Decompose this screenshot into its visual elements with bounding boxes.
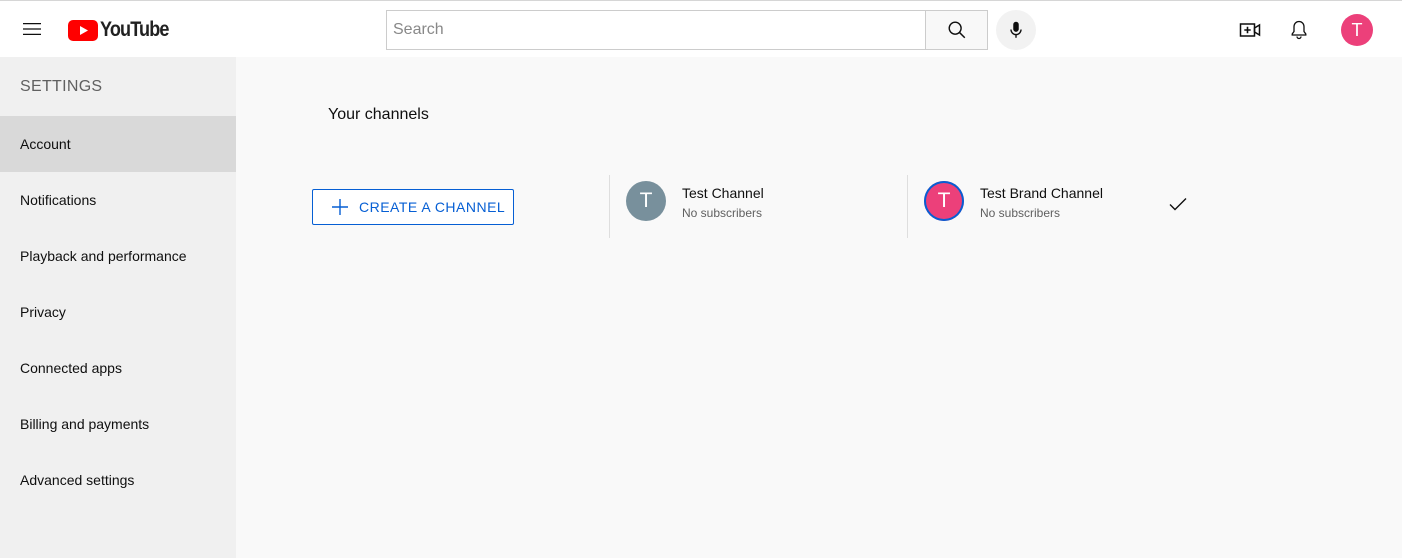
- sidebar-item-privacy[interactable]: Privacy: [0, 284, 236, 340]
- channel-name: Test Brand Channel: [980, 185, 1103, 201]
- menu-button[interactable]: [12, 9, 52, 49]
- search-icon: [948, 21, 965, 39]
- create-video-icon: [1239, 23, 1261, 37]
- plus-icon: [332, 199, 348, 215]
- voice-search-button[interactable]: [996, 10, 1036, 50]
- sidebar-item-billing[interactable]: Billing and payments: [0, 396, 236, 452]
- logo-text: YouTube: [100, 18, 169, 41]
- divider: [907, 175, 908, 238]
- menu-icon: [23, 23, 41, 35]
- create-button[interactable]: [1230, 10, 1270, 50]
- sidebar-item-account[interactable]: Account: [0, 116, 236, 172]
- notifications-button[interactable]: [1279, 10, 1319, 50]
- create-channel-button[interactable]: CREATE A CHANNEL: [312, 189, 514, 225]
- sidebar-item-playback[interactable]: Playback and performance: [0, 228, 236, 284]
- divider: [609, 175, 610, 238]
- channel-subscribers: No subscribers: [682, 206, 763, 220]
- page-title: Your channels: [328, 106, 429, 123]
- masthead: YouTube T: [0, 0, 1402, 57]
- channel-avatar: T: [626, 181, 666, 221]
- search-input[interactable]: [386, 10, 925, 50]
- account-avatar[interactable]: T: [1341, 14, 1373, 46]
- channel-subscribers: No subscribers: [980, 206, 1061, 220]
- youtube-logo[interactable]: YouTube: [68, 18, 180, 42]
- channel-item[interactable]: T Test Channel No subscribers: [626, 181, 896, 227]
- sidebar-item-notifications[interactable]: Notifications: [0, 172, 236, 228]
- search-box: [386, 10, 988, 50]
- sidebar-item-connected-apps[interactable]: Connected apps: [0, 340, 236, 396]
- channel-item-selected[interactable]: T Test Brand Channel No subscribers: [924, 181, 1194, 227]
- search-button[interactable]: [925, 10, 988, 50]
- create-channel-label: CREATE A CHANNEL: [359, 199, 506, 215]
- channel-name: Test Channel: [682, 185, 764, 201]
- checkmark-icon: [1169, 198, 1187, 211]
- bell-icon: [1291, 20, 1307, 40]
- sidebar-title: SETTINGS: [20, 78, 103, 95]
- sidebar-item-advanced[interactable]: Advanced settings: [0, 452, 236, 508]
- youtube-logo-icon: [68, 19, 98, 41]
- microphone-icon: [1010, 21, 1022, 38]
- settings-sidebar: SETTINGS Account Notifications Playback …: [0, 57, 236, 558]
- channel-avatar: T: [924, 181, 964, 221]
